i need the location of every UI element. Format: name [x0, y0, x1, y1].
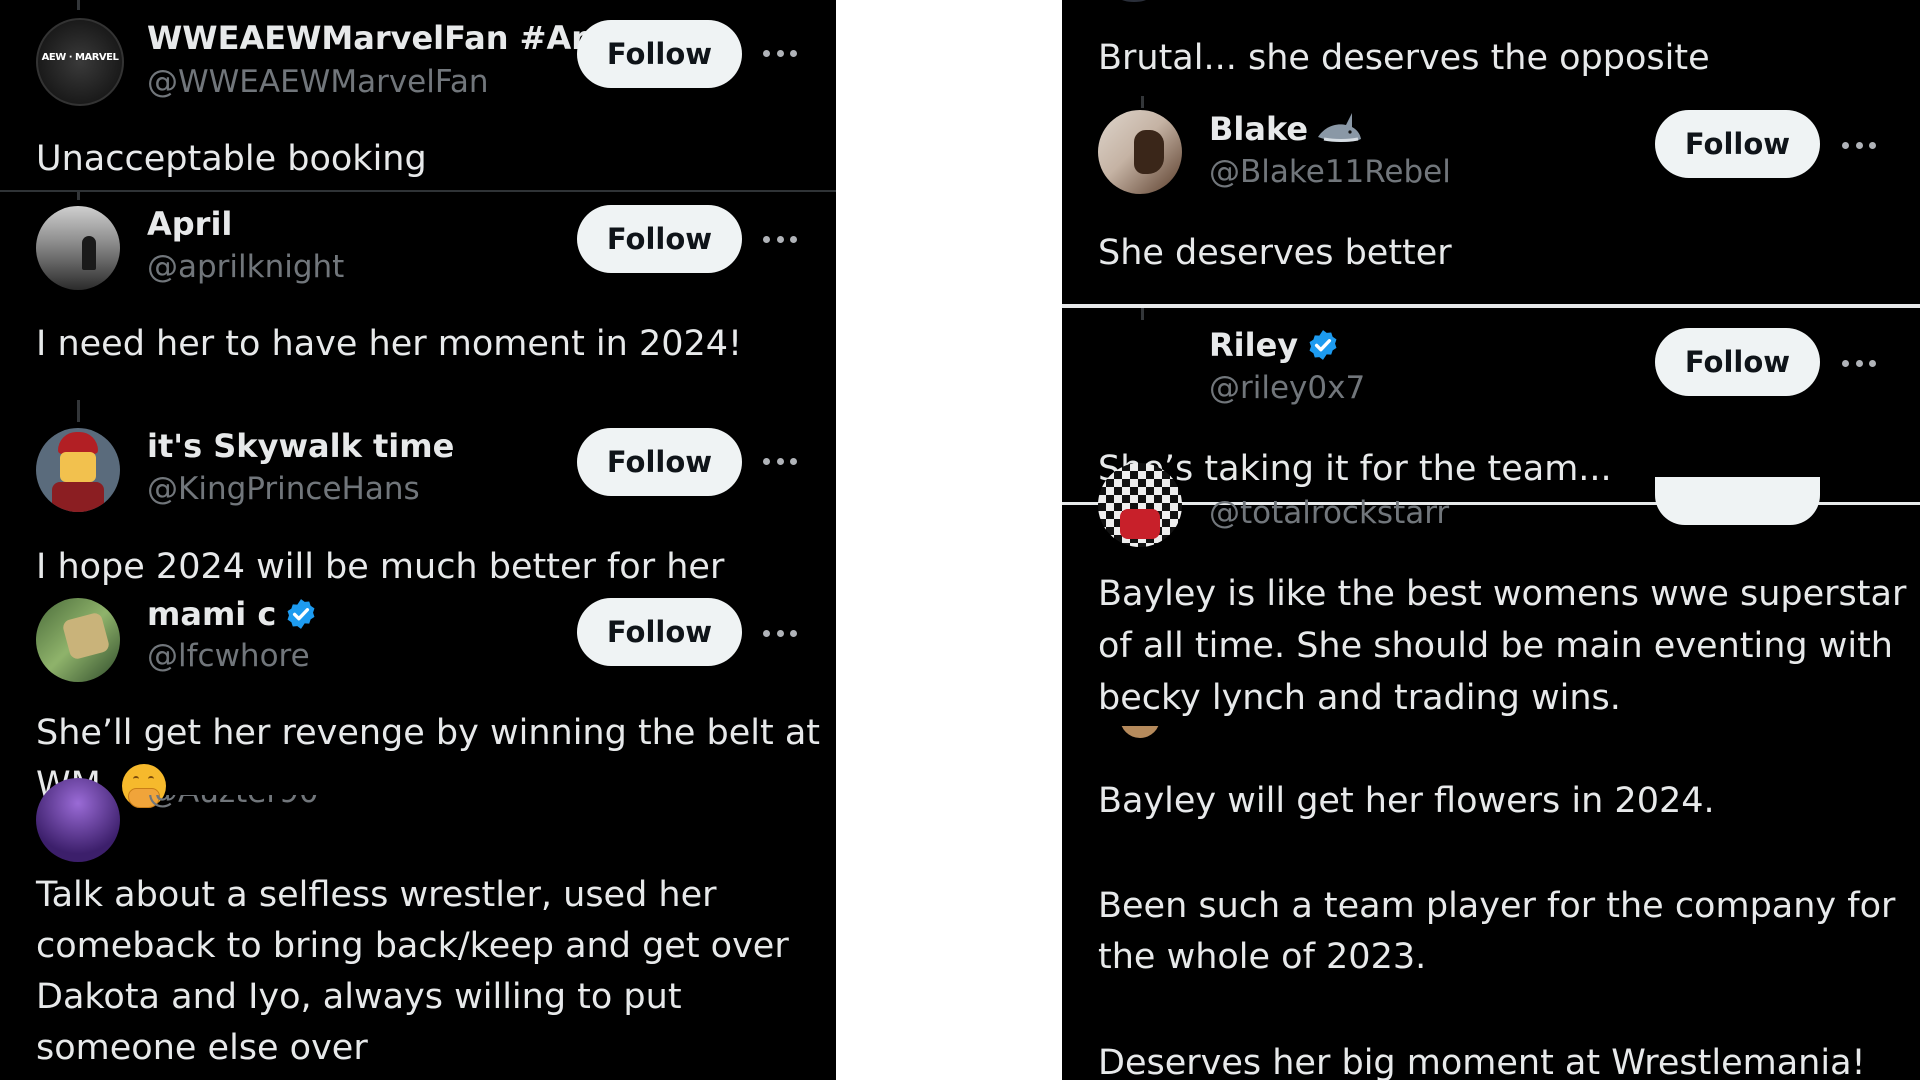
more-icon[interactable] [763, 48, 797, 58]
verified-badge-icon [1309, 330, 1337, 360]
follow-button[interactable]: Follow [577, 205, 742, 273]
screenshot-seam [1062, 304, 1920, 308]
display-name[interactable]: Blake [1209, 110, 1362, 148]
user-handle[interactable]: @aprilknight [147, 249, 344, 285]
reply-text: Unacceptable booking [36, 139, 427, 179]
follow-button[interactable]: Follow [577, 428, 742, 496]
user-handle[interactable]: @riley0x7 [1209, 370, 1365, 406]
display-name-text: Riley [1209, 326, 1299, 364]
reply-post[interactable]: AEW · MARVEL WWEAEWMarvelFan #Amp @WWEAE… [0, 0, 836, 191]
reply-text-line: someone else over [36, 1028, 368, 1068]
reply-text-line: Deserves her big moment at Wrestlemania! [1098, 1043, 1866, 1080]
reply-text-line: Talk about a selfless wrestler, used her [36, 875, 717, 915]
reply-post[interactable]: April @aprilknight Follow I need her to … [0, 192, 836, 392]
avatar[interactable] [1098, 326, 1182, 410]
reply-text-line: She’ll get her revenge by winning the be… [36, 713, 820, 753]
avatar[interactable] [36, 598, 120, 682]
avatar[interactable] [1098, 463, 1182, 547]
user-handle[interactable]: @WWEAEWMarvelFan [147, 64, 488, 100]
follow-button[interactable]: Follow [577, 598, 742, 666]
display-name[interactable]: mami c [147, 595, 318, 633]
display-name-text: mami c [147, 595, 277, 633]
avatar[interactable] [1098, 110, 1182, 194]
follow-button[interactable]: Follow [577, 20, 742, 88]
avatar-logo-text: AEW · MARVEL [41, 52, 119, 63]
display-name[interactable]: WWEAEWMarvelFan #Amp [147, 19, 627, 57]
user-handle[interactable]: @totalrockstarr [1209, 495, 1449, 531]
more-icon[interactable] [1842, 358, 1876, 368]
display-name-text: it's Skywalk time [147, 427, 455, 465]
follow-button[interactable]: Follow [1655, 328, 1820, 396]
more-icon[interactable] [1842, 140, 1876, 150]
reply-text-line: becky lynch and trading wins. [1098, 678, 1621, 718]
reply-post[interactable]: Blake @Blake11Rebel Follow She deserves … [1062, 100, 1920, 304]
reply-text: I need her to have her moment in 2024! [36, 324, 743, 364]
display-name-text: April [147, 205, 233, 243]
follow-button[interactable]: Follow [1655, 110, 1820, 178]
reply-text-line: comeback to bring back/keep and get over [36, 926, 789, 966]
avatar[interactable]: AEW · MARVEL [36, 18, 124, 106]
more-icon[interactable] [763, 456, 797, 466]
verified-badge-icon [287, 599, 315, 629]
reply-text-line: Been such a team player for the company … [1098, 886, 1896, 926]
display-name-text: WWEAEWMarvelFan #Amp [147, 19, 628, 57]
more-icon[interactable] [763, 628, 797, 638]
reply-text-line: the whole of 2023. [1098, 937, 1427, 977]
display-name[interactable]: it's Skywalk time [147, 427, 454, 465]
reply-text-line: Dakota and Iyo, always willing to put [36, 977, 682, 1017]
user-handle[interactable]: @Blake11Rebel [1209, 154, 1451, 190]
avatar[interactable] [36, 778, 120, 862]
more-icon[interactable] [763, 234, 797, 244]
reply-text-line: Bayley is like the best womens wwe super… [1098, 574, 1907, 614]
reply-text: She deserves better [1098, 233, 1452, 273]
shark-emoji-icon [1318, 113, 1362, 142]
avatar[interactable] [36, 206, 120, 290]
reply-post[interactable]: it's Skywalk time @KingPrinceHans Follow… [0, 414, 836, 587]
reply-post[interactable]: @totalrockstarr Bayley is like the best … [1062, 463, 1920, 745]
reply-text: Brutal... she deserves the opposite [1098, 38, 1710, 78]
user-handle[interactable]: @KingPrinceHans [147, 471, 420, 507]
display-name-text: Blake [1209, 110, 1309, 148]
right-screenshot-panel: Brutal... she deserves the opposite Blak… [1062, 0, 1920, 1080]
reply-text-line: of all time. She should be main eventing… [1098, 626, 1893, 666]
display-name[interactable]: April [147, 205, 232, 243]
reply-text-line: Bayley will get her flowers in 2024. [1098, 781, 1715, 821]
avatar-edge [1120, 726, 1160, 740]
reply-post[interactable]: @Auzter90 Talk about a selfless wrestler… [0, 778, 836, 1080]
avatar[interactable] [36, 428, 120, 512]
user-handle[interactable]: @lfcwhore [147, 638, 310, 674]
avatar-edge [1119, 0, 1149, 2]
follow-button[interactable] [1655, 477, 1820, 525]
left-screenshot-panel: AEW · MARVEL WWEAEWMarvelFan #Amp @WWEAE… [0, 0, 836, 1080]
display-name[interactable]: Riley [1209, 326, 1340, 364]
